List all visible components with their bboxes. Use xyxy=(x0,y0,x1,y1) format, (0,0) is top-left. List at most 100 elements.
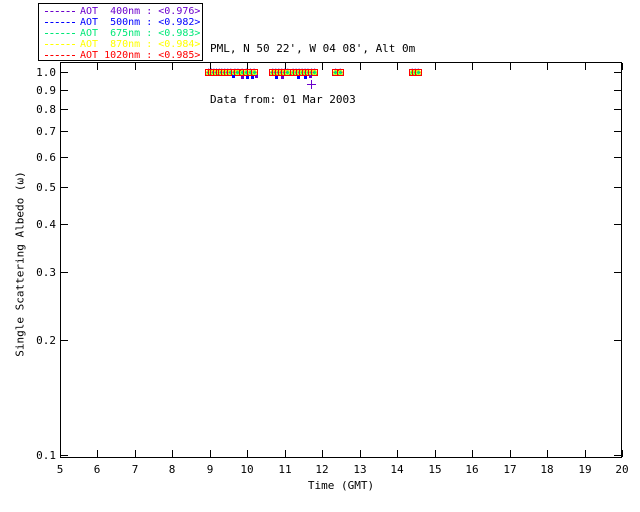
x-tick-mark-top xyxy=(472,63,473,70)
data-subpoint-dot xyxy=(275,75,279,79)
legend-item-500nm: AOT 500nm : <0.982> xyxy=(39,17,202,28)
data-subpoint-dot xyxy=(304,76,308,80)
x-tick-label: 17 xyxy=(503,463,517,476)
x-tick-label: 9 xyxy=(206,463,214,476)
y-tick-label: 0.9 xyxy=(36,84,56,97)
y-tick-label: 0.6 xyxy=(36,151,56,164)
x-tick-mark-top xyxy=(435,63,436,70)
legend-dash-1020nm xyxy=(45,55,75,56)
y-tick-label: 0.5 xyxy=(36,181,56,194)
y-tick-mark-right xyxy=(614,72,621,73)
legend-item-400nm: AOT 400nm : <0.976> xyxy=(39,6,202,17)
x-tick-label: 19 xyxy=(578,463,592,476)
x-tick-mark xyxy=(547,450,548,457)
legend-dash-675nm xyxy=(45,33,75,34)
x-tick-mark xyxy=(247,450,248,457)
x-tick-mark xyxy=(360,450,361,457)
x-tick-mark xyxy=(435,450,436,457)
plot-canvas: AOT 400nm : <0.976> AOT 500nm : <0.982> … xyxy=(0,0,640,512)
legend-item-label: AOT 675nm : <0.983> xyxy=(80,28,201,39)
x-tick-label: 14 xyxy=(390,463,404,476)
legend-dash-870nm xyxy=(45,44,75,45)
x-tick-mark xyxy=(585,450,586,457)
x-tick-label: 18 xyxy=(540,463,554,476)
data-subpoint-dot xyxy=(255,75,259,79)
data-subpoint-dot xyxy=(231,75,235,79)
y-tick-mark-right xyxy=(614,131,621,132)
x-tick-mark xyxy=(472,450,473,457)
x-tick-mark-top xyxy=(172,63,173,70)
legend-item-1020nm: AOT 1020nm : <0.985> xyxy=(39,50,202,61)
x-tick-label: 8 xyxy=(168,463,176,476)
y-tick-mark xyxy=(61,90,68,91)
y-tick-label: 0.8 xyxy=(36,103,56,116)
y-tick-mark xyxy=(61,224,68,225)
y-tick-mark xyxy=(61,340,68,341)
station-location-text: PML, N 50 22', W 04 08', Alt 0m xyxy=(210,42,416,55)
data-point-square xyxy=(311,68,319,76)
y-tick-mark-right xyxy=(614,272,621,273)
x-tick-mark-top xyxy=(322,63,323,70)
x-tick-mark-top xyxy=(360,63,361,70)
x-tick-mark xyxy=(322,450,323,457)
x-tick-mark-top xyxy=(97,63,98,70)
x-tick-mark xyxy=(97,450,98,457)
y-tick-mark xyxy=(61,157,68,158)
x-tick-label: 12 xyxy=(315,463,329,476)
x-tick-label: 15 xyxy=(428,463,442,476)
y-tick-mark xyxy=(61,187,68,188)
data-subpoint-dot xyxy=(281,75,285,79)
legend-item-label: AOT 400nm : <0.976> xyxy=(80,6,201,17)
y-tick-mark-right xyxy=(614,340,621,341)
data-subpoint-dot xyxy=(251,76,255,80)
x-tick-mark xyxy=(172,450,173,457)
x-tick-label: 20 xyxy=(615,463,629,476)
x-tick-mark xyxy=(285,450,286,457)
legend-item-label: AOT 870nm : <0.984> xyxy=(80,39,201,50)
y-tick-mark xyxy=(61,109,68,110)
y-tick-label: 0.4 xyxy=(36,218,56,231)
y-tick-mark xyxy=(61,72,68,73)
x-tick-mark-top xyxy=(397,63,398,70)
x-tick-mark-top xyxy=(622,63,623,70)
x-tick-label: 10 xyxy=(240,463,254,476)
legend-item-675nm: AOT 675nm : <0.983> xyxy=(39,28,202,39)
data-subpoint-dot xyxy=(246,75,250,79)
x-tick-label: 7 xyxy=(131,463,139,476)
y-axis-title: Single Scattering Albedo (ω) xyxy=(13,171,27,357)
y-tick-label: 0.7 xyxy=(36,125,56,138)
data-subpoint-dot xyxy=(297,75,301,79)
y-tick-mark-right xyxy=(614,187,621,188)
outlier-plus xyxy=(310,79,312,89)
y-tick-mark xyxy=(61,272,68,273)
y-tick-label: 0.3 xyxy=(36,266,56,279)
x-tick-mark xyxy=(397,450,398,457)
x-tick-mark xyxy=(622,450,623,457)
x-tick-mark xyxy=(135,450,136,457)
legend-dash-400nm xyxy=(45,11,75,12)
x-tick-mark-top xyxy=(585,63,586,70)
data-point-square xyxy=(336,68,344,76)
data-point-square xyxy=(414,68,422,76)
y-tick-label: 1.0 xyxy=(36,66,56,79)
x-tick-label: 5 xyxy=(56,463,64,476)
x-tick-mark xyxy=(510,450,511,457)
y-tick-mark-right xyxy=(614,455,621,456)
y-tick-mark-right xyxy=(614,90,621,91)
y-tick-mark xyxy=(61,131,68,132)
data-subpoint-dot xyxy=(309,75,313,79)
x-axis-title: Time (GMT) xyxy=(307,479,375,492)
x-tick-mark-top xyxy=(60,63,61,70)
y-tick-label: 0.1 xyxy=(36,449,56,462)
x-tick-mark-top xyxy=(547,63,548,70)
y-tick-mark-right xyxy=(614,224,621,225)
x-tick-label: 16 xyxy=(465,463,479,476)
y-tick-mark xyxy=(61,455,68,456)
legend-item-870nm: AOT 870nm : <0.984> xyxy=(39,39,202,50)
x-tick-label: 11 xyxy=(278,463,292,476)
legend-dash-500nm xyxy=(45,22,75,23)
x-tick-mark-top xyxy=(135,63,136,70)
y-tick-mark-right xyxy=(614,157,621,158)
x-tick-mark xyxy=(210,450,211,457)
x-tick-label: 13 xyxy=(353,463,367,476)
